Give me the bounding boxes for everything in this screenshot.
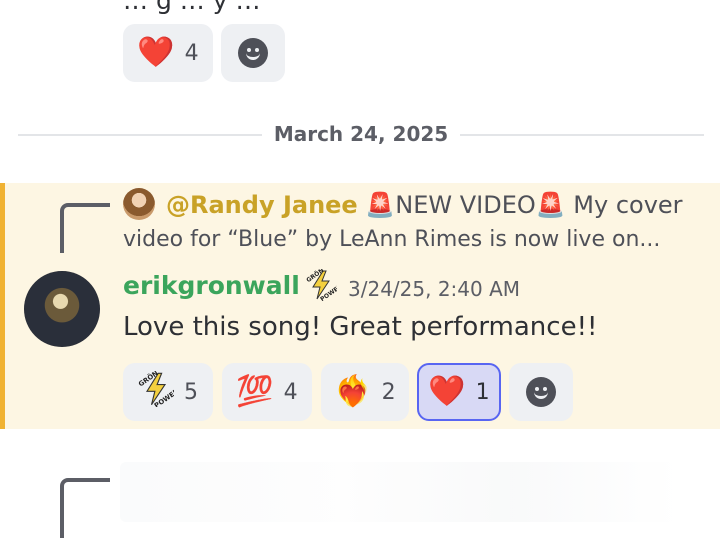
date-divider-line-left xyxy=(18,134,262,136)
siren-icon: 🚨 xyxy=(535,191,566,219)
message-body: Love this song! Great performance!! xyxy=(123,312,598,342)
reply-spine xyxy=(60,203,110,253)
date-divider-line-right xyxy=(460,134,704,136)
reaction-heart-selected[interactable]: ❤️ 1 xyxy=(417,363,501,421)
reply-preview-line1[interactable]: @Randy Janee 🚨NEW VIDEO🚨 My cover xyxy=(166,191,683,219)
avatar[interactable] xyxy=(24,271,100,347)
reply-spine xyxy=(60,478,110,538)
reaction-heart-on-fire[interactable]: ❤️‍🔥 2 xyxy=(321,363,409,421)
reply-preview-line2[interactable]: video for “Blue” by LeAnn Rimes is now l… xyxy=(123,227,660,252)
reaction-gronwall-power[interactable]: GRÖN POWER 5 xyxy=(123,363,213,421)
add-reaction-icon xyxy=(238,38,268,68)
message-timestamp[interactable]: 3/24/25, 2:40 AM xyxy=(348,277,520,301)
add-reaction-button[interactable] xyxy=(221,24,285,82)
reaction-count: 2 xyxy=(381,379,396,405)
add-reaction-icon xyxy=(526,377,556,407)
hundred-points-icon: 💯 xyxy=(236,374,274,409)
next-message-blurred xyxy=(120,462,680,522)
mention-highlight-bar xyxy=(0,183,5,429)
reply-text-b: My cover xyxy=(573,191,683,219)
add-reaction-button[interactable] xyxy=(509,363,573,421)
heart-on-fire-icon: ❤️‍🔥 xyxy=(334,374,372,409)
reaction-count: 4 xyxy=(283,379,298,405)
heart-icon: ❤️ xyxy=(137,35,175,70)
reaction-count: 4 xyxy=(184,40,199,66)
gronwall-power-icon: GRÖN POWER xyxy=(137,368,181,413)
reaction-hundred[interactable]: 💯 4 xyxy=(222,363,312,421)
heart-icon: ❤️ xyxy=(428,374,466,409)
reaction-count: 1 xyxy=(475,379,490,405)
siren-icon: 🚨 xyxy=(365,191,396,219)
power-badge-icon: GRÖN POWER xyxy=(304,268,338,302)
date-divider: March 24, 2025 xyxy=(273,122,449,146)
reaction-heart[interactable]: ❤️ 4 xyxy=(123,24,213,82)
message-author[interactable]: erikgronwall xyxy=(123,271,300,300)
reaction-count: 5 xyxy=(184,379,198,405)
reply-avatar[interactable] xyxy=(123,188,155,220)
reply-mention[interactable]: @Randy Janee xyxy=(166,191,358,219)
previous-message-text-cut: … g … y … xyxy=(123,0,261,15)
reply-text-a: NEW VIDEO xyxy=(395,191,536,219)
